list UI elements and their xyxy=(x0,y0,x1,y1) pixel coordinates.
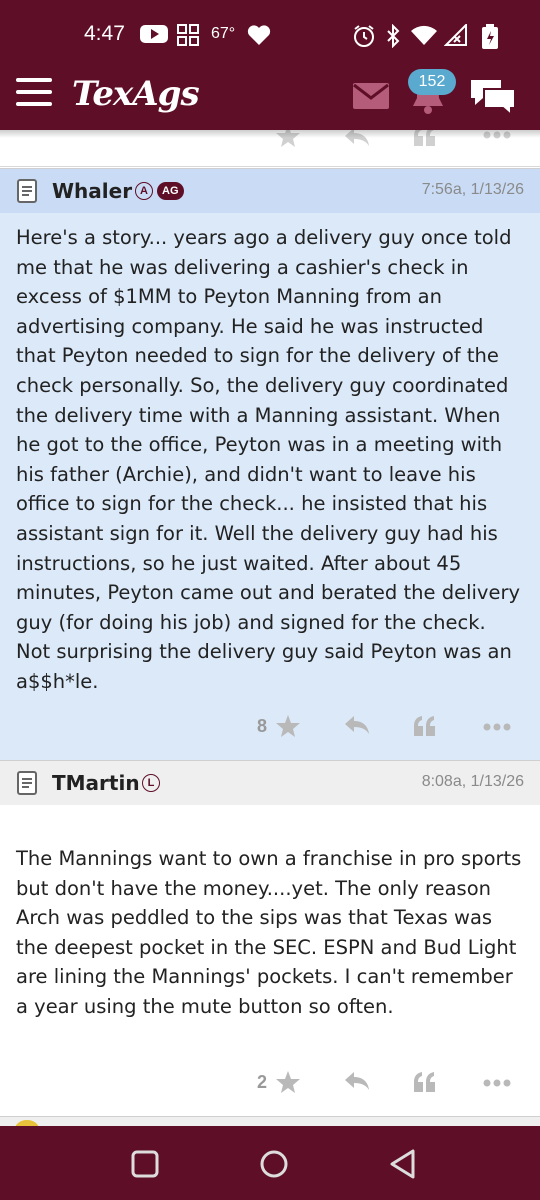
texags-logo[interactable]: TexAgs xyxy=(72,74,200,114)
reply-icon[interactable] xyxy=(343,1070,371,1092)
header-shadow xyxy=(0,130,540,138)
quote-icon[interactable] xyxy=(412,1070,438,1094)
quote-icon[interactable] xyxy=(412,714,438,738)
back-button-icon[interactable] xyxy=(388,1148,418,1180)
post-username[interactable]: TMartin xyxy=(52,771,140,795)
star-count: 8 xyxy=(257,716,268,736)
battery-icon xyxy=(482,24,498,49)
more-options-icon[interactable] xyxy=(483,1078,511,1088)
star-icon[interactable] xyxy=(275,1070,301,1094)
ag-badge: AG xyxy=(157,182,184,200)
recents-button-icon[interactable] xyxy=(131,1150,159,1178)
system-nav-bar xyxy=(0,1126,540,1200)
alarm-icon xyxy=(354,25,374,47)
a-badge: A xyxy=(135,182,153,200)
post-document-icon[interactable] xyxy=(16,770,38,796)
post-body: The Mannings want to own a franchise in … xyxy=(16,847,522,1018)
mail-icon[interactable] xyxy=(352,82,390,110)
wifi-icon xyxy=(411,25,437,45)
post-actions: 8 xyxy=(0,708,540,748)
post-timestamp: 7:56a, 1/13/26 xyxy=(421,181,524,198)
status-bar: 4:47 67° xyxy=(0,0,540,64)
l-badge: L xyxy=(142,774,160,792)
bluetooth-icon xyxy=(387,24,400,48)
post-actions: 2 xyxy=(0,1064,540,1104)
post-whaler: Whaler A AG 7:56a, 1/13/26 Here's a stor… xyxy=(0,168,540,760)
home-button-icon[interactable] xyxy=(258,1148,290,1180)
post-timestamp: 8:08a, 1/13/26 xyxy=(421,773,524,790)
notification-count-badge[interactable]: 152 xyxy=(408,69,456,95)
signal-icon xyxy=(444,24,467,46)
qr-scan-icon xyxy=(177,24,199,46)
reply-icon[interactable] xyxy=(343,714,371,736)
status-time: 4:47 xyxy=(84,22,125,45)
app-header: TexAgs 152 xyxy=(0,64,540,130)
heart-icon xyxy=(247,25,271,45)
chat-icon[interactable] xyxy=(468,76,518,118)
post-body: Here's a story... years ago a delivery g… xyxy=(16,226,521,693)
youtube-icon xyxy=(140,25,168,43)
post-tmartin: TMartin L 8:08a, 1/13/26 The Mannings wa… xyxy=(0,760,540,1116)
post-username[interactable]: Whaler xyxy=(52,179,132,203)
star-count: 2 xyxy=(257,1072,268,1092)
post-header: TMartin L 8:08a, 1/13/26 xyxy=(0,760,540,805)
post-header: Whaler A AG 7:56a, 1/13/26 xyxy=(0,168,540,213)
more-options-icon[interactable] xyxy=(483,722,511,732)
status-temperature: 67° xyxy=(211,25,236,42)
menu-icon[interactable] xyxy=(16,78,52,108)
post-document-icon[interactable] xyxy=(16,178,38,204)
star-icon[interactable] xyxy=(275,714,301,738)
